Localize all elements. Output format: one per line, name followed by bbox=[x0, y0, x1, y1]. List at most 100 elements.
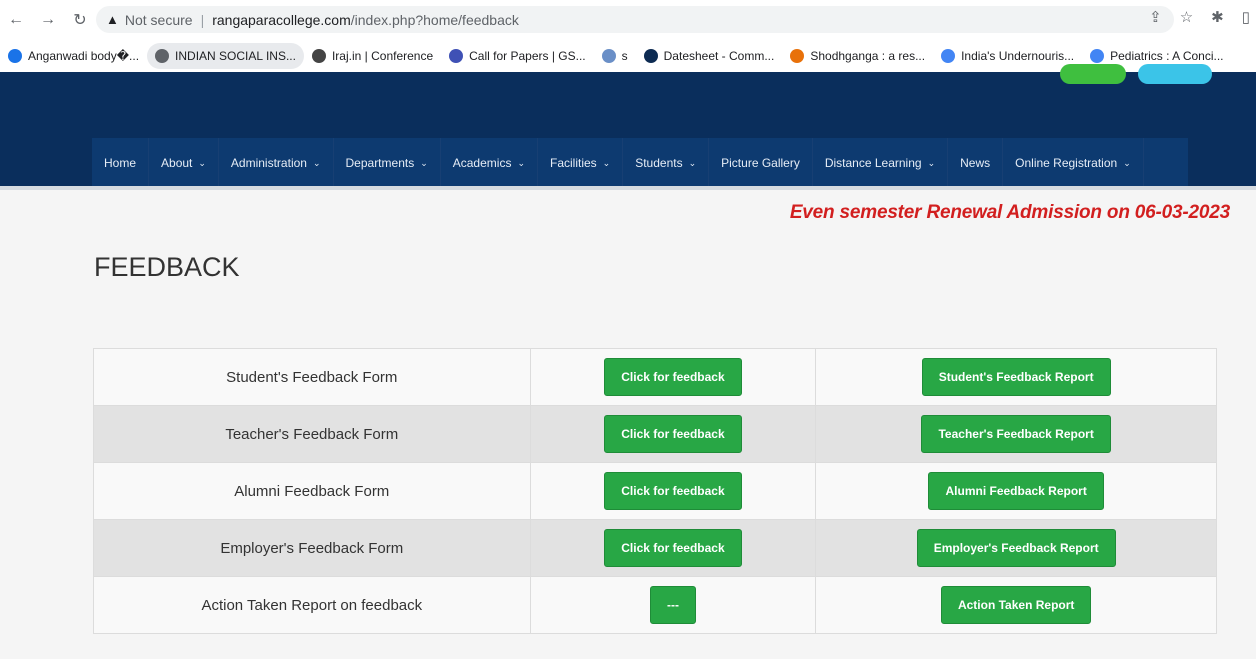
feedback-report-button[interactable]: Employer's Feedback Report bbox=[916, 529, 1116, 567]
menu-item-distance-learning[interactable]: Distance Learning ⌄ bbox=[813, 138, 949, 188]
action-cell: --- bbox=[529, 576, 817, 634]
bookmark-favicon-icon bbox=[311, 49, 326, 63]
menu-item-academics[interactable]: Academics ⌄ bbox=[441, 138, 538, 188]
feedback-report-button[interactable]: Action Taken Report bbox=[940, 586, 1092, 624]
menu-item-label: Home bbox=[104, 156, 137, 170]
bookmark-item[interactable]: Shodhganga : a res... bbox=[782, 43, 933, 69]
star-icon[interactable]: ☆ bbox=[1180, 8, 1193, 26]
bookmark-item[interactable]: India's Undernouris... bbox=[933, 43, 1082, 69]
action-cell: Click for feedback bbox=[529, 519, 817, 577]
action-cell: Click for feedback bbox=[529, 462, 817, 520]
menu-item-news[interactable]: News bbox=[948, 138, 1004, 188]
click-for-feedback-button[interactable]: Click for feedback bbox=[604, 415, 742, 453]
menu-item-label: Students bbox=[635, 156, 683, 170]
feedback-table: Student's Feedback Form Click for feedbac… bbox=[93, 348, 1217, 634]
toolbar-icons: ⇪ ☆ ✱ ▯ bbox=[1149, 8, 1250, 26]
header-button-cyan[interactable] bbox=[1138, 64, 1212, 84]
chevron-down-icon: ⌄ bbox=[312, 157, 321, 168]
chevron-down-icon: ⌄ bbox=[602, 157, 611, 168]
main-menu: Home About ⌄ Administration ⌄ Departments ⌄ Aca… bbox=[92, 138, 1188, 188]
report-cell: Student's Feedback Report bbox=[815, 348, 1217, 406]
reload-icon[interactable]: ↻ bbox=[68, 8, 92, 32]
bookmark-favicon-icon bbox=[601, 49, 616, 63]
forward-arrow-icon[interactable]: → bbox=[36, 8, 60, 32]
report-cell: Alumni Feedback Report bbox=[815, 462, 1217, 520]
feedback-report-button[interactable]: Alumni Feedback Report bbox=[928, 472, 1104, 510]
feedback-report-button[interactable]: Teacher's Feedback Report bbox=[921, 415, 1111, 453]
click-for-feedback-button[interactable]: --- bbox=[649, 586, 696, 624]
chevron-down-icon: ⌄ bbox=[1123, 157, 1131, 168]
page-title: FEEDBACK bbox=[94, 252, 240, 282]
menu-item-label: News bbox=[960, 156, 991, 170]
menu-item-label: Academics bbox=[452, 156, 512, 170]
bookmark-label: s bbox=[621, 49, 628, 63]
menu-item-label: Departments bbox=[345, 156, 415, 170]
menu-item-administration[interactable]: Administration ⌄ bbox=[219, 138, 334, 188]
menu-item-online-registration[interactable]: Online Registration ⌄ bbox=[1003, 138, 1144, 188]
chevron-down-icon: ⌄ bbox=[198, 157, 206, 168]
back-arrow-icon[interactable]: ← bbox=[4, 8, 28, 32]
address-bar[interactable]: ▲ Not secure | rangaparacollege.com/inde… bbox=[96, 6, 1174, 33]
form-name-cell: Teacher's Feedback Form bbox=[93, 405, 531, 463]
report-cell: Teacher's Feedback Report bbox=[815, 405, 1217, 463]
bookmark-label: INDIAN SOCIAL INS... bbox=[175, 49, 296, 63]
bookmark-favicon-icon bbox=[941, 49, 956, 63]
form-name-cell: Employer's Feedback Form bbox=[93, 519, 531, 577]
bookmark-item[interactable]: Anganwadi body�... bbox=[0, 43, 147, 69]
bookmark-item[interactable]: s bbox=[594, 43, 636, 69]
click-for-feedback-button[interactable]: Click for feedback bbox=[604, 358, 742, 396]
bookmark-label: Iraj.in | Conference bbox=[331, 49, 434, 63]
report-cell: Action Taken Report bbox=[815, 576, 1217, 634]
table-row: Student's Feedback Form Click for feedbac… bbox=[93, 348, 1217, 406]
site-header: Home About ⌄ Administration ⌄ Departments ⌄ Aca… bbox=[0, 64, 1256, 188]
action-cell: Click for feedback bbox=[529, 405, 817, 463]
chevron-down-icon: ⌄ bbox=[688, 157, 697, 168]
bookmark-item[interactable]: Datesheet - Comm... bbox=[636, 43, 783, 69]
bookmark-label: Datesheet - Comm... bbox=[663, 49, 775, 63]
chevron-down-icon: ⌄ bbox=[420, 157, 428, 168]
extensions-icon[interactable]: ✱ bbox=[1211, 8, 1224, 26]
form-name-cell: Action Taken Report on feedback bbox=[93, 576, 531, 634]
bookmark-label: Anganwadi body�... bbox=[28, 49, 140, 63]
share-icon[interactable]: ⇪ bbox=[1149, 8, 1162, 26]
menu-item-picture-gallery[interactable]: Picture Gallery bbox=[709, 138, 813, 188]
bookmark-favicon-icon bbox=[790, 49, 805, 63]
menu-item-label: Online Registration bbox=[1015, 156, 1118, 170]
bookmark-favicon-icon bbox=[449, 49, 464, 63]
bookmark-favicon-icon bbox=[8, 49, 22, 63]
bookmark-favicon-icon bbox=[643, 49, 658, 63]
menu-item-facilities[interactable]: Facilities ⌄ bbox=[538, 138, 624, 188]
header-button-green[interactable] bbox=[1060, 64, 1126, 84]
bookmark-item[interactable]: Call for Papers | GS... bbox=[441, 43, 594, 69]
bookmark-label: India's Undernouris... bbox=[961, 49, 1075, 63]
form-name-cell: Student's Feedback Form bbox=[93, 348, 531, 406]
menu-item-about[interactable]: About ⌄ bbox=[149, 138, 219, 188]
url-path: /index.php?home/feedback bbox=[350, 11, 519, 28]
bookmark-favicon-icon bbox=[155, 49, 170, 63]
chevron-down-icon: ⌄ bbox=[927, 157, 936, 168]
menu-item-label: Picture Gallery bbox=[721, 156, 800, 170]
table-row: Alumni Feedback Form Click for feedback Al… bbox=[93, 462, 1217, 520]
side-panel-icon[interactable]: ▯ bbox=[1242, 8, 1250, 26]
feedback-report-button[interactable]: Student's Feedback Report bbox=[921, 358, 1111, 396]
form-name-cell: Alumni Feedback Form bbox=[93, 462, 531, 520]
menu-item-label: Distance Learning bbox=[824, 156, 922, 170]
menu-item-label: Administration bbox=[230, 156, 307, 170]
bookmark-item[interactable]: INDIAN SOCIAL INS... bbox=[147, 43, 304, 69]
chevron-down-icon: ⌄ bbox=[517, 157, 525, 168]
menu-item-label: Facilities bbox=[549, 156, 597, 170]
bookmark-item[interactable]: Iraj.in | Conference bbox=[304, 43, 441, 69]
warning-icon: ▲ bbox=[106, 12, 119, 27]
table-row: Employer's Feedback Form Click for feedba… bbox=[93, 519, 1217, 577]
click-for-feedback-button[interactable]: Click for feedback bbox=[604, 472, 742, 510]
menu-item-students[interactable]: Students ⌄ bbox=[623, 138, 710, 188]
menu-item-departments[interactable]: Departments ⌄ bbox=[334, 138, 441, 188]
main-content: Even semester Renewal Admission on 06-03… bbox=[0, 190, 1256, 659]
browser-toolbar: ← → ↻ ▲ Not secure | rangaparacollege.co… bbox=[0, 0, 1256, 40]
announcement-ticker[interactable]: Even semester Renewal Admission on 06-03… bbox=[790, 202, 1230, 224]
bookmark-label: Call for Papers | GS... bbox=[469, 49, 586, 63]
menu-item-home[interactable]: Home bbox=[92, 138, 150, 188]
click-for-feedback-button[interactable]: Click for feedback bbox=[604, 529, 742, 567]
url-host: rangaparacollege.com bbox=[212, 11, 351, 28]
security-label: Not secure bbox=[124, 11, 193, 28]
